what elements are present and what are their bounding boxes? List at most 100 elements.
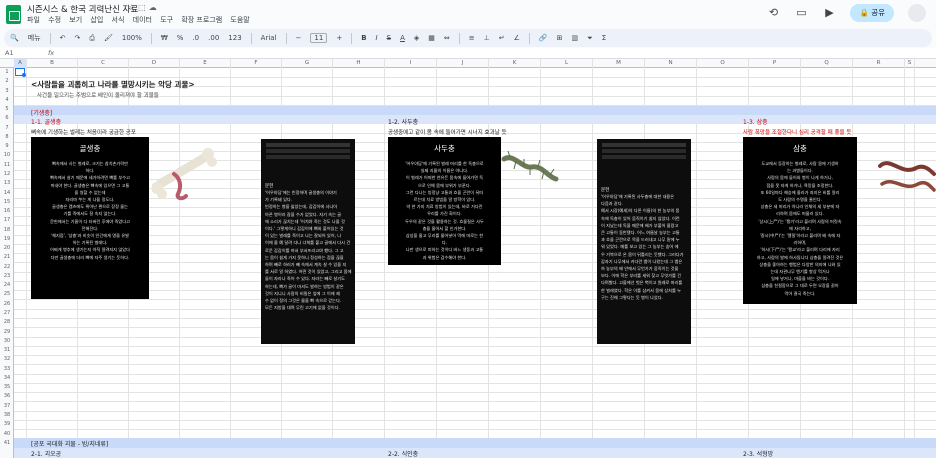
row-header[interactable]: 16	[0, 207, 14, 216]
chart-icon[interactable]: ▥	[571, 34, 578, 42]
font-select[interactable]: Arial	[261, 34, 277, 42]
row-header[interactable]: 4	[0, 96, 14, 105]
share-button[interactable]: 🔒 공유	[850, 4, 894, 22]
row-header[interactable]: 37	[0, 402, 14, 411]
row-header[interactable]: 25	[0, 290, 14, 299]
row-header[interactable]: 20	[0, 244, 14, 253]
cloud-icon[interactable]: ☁	[149, 3, 160, 12]
row-header[interactable]: 32	[0, 355, 14, 364]
rotate-icon[interactable]: ∠	[514, 34, 520, 42]
font-size-decrease[interactable]: −	[296, 34, 302, 42]
menu-file[interactable]: 파일	[27, 16, 40, 24]
currency-button[interactable]: ₩	[161, 34, 168, 42]
move-icon[interactable]: ⬚	[138, 3, 149, 12]
history-icon[interactable]: ⟲	[766, 6, 780, 20]
column-header[interactable]: Q	[801, 59, 853, 68]
row-header[interactable]: 5	[0, 105, 14, 114]
search-icon[interactable]: 🔍	[10, 34, 19, 42]
column-header[interactable]: L	[541, 59, 593, 68]
borders-icon[interactable]: ▦	[428, 34, 435, 42]
wrap-icon[interactable]: ↵	[499, 34, 505, 42]
row-header[interactable]: 33	[0, 365, 14, 374]
desc-1-1[interactable]: 뼈속에 기생하는 벌레는 처음이라 궁금한 공포	[31, 128, 136, 136]
row-header[interactable]: 27	[0, 309, 14, 318]
row-header[interactable]: 12	[0, 170, 14, 179]
row-header[interactable]: 8	[0, 133, 14, 142]
row-header[interactable]: 7	[0, 124, 14, 133]
row-header[interactable]: 14	[0, 189, 14, 198]
row-header[interactable]: 1	[0, 68, 14, 77]
menu-search[interactable]: 메뉴	[28, 33, 41, 43]
section-label-national[interactable]: [공포 국대화 괴물 - 빙/지네류]	[31, 439, 108, 448]
column-header[interactable]: A	[14, 59, 27, 68]
column-header[interactable]: T	[915, 59, 936, 68]
row-header[interactable]: 9	[0, 142, 14, 151]
column-header[interactable]: G	[282, 59, 333, 68]
card-saduchung[interactable]: 사두충 '어우야담'에 기록된 벌레 머리를 한 독충으로 실제 괴물의 이름은 …	[388, 137, 501, 265]
column-header[interactable]: P	[749, 59, 801, 68]
number-format-button[interactable]: 123	[228, 34, 241, 42]
bold-button[interactable]: B	[361, 34, 366, 42]
row-header[interactable]: 24	[0, 281, 14, 290]
redo-icon[interactable]: ↷	[74, 34, 80, 42]
doc-title[interactable]: 시즌시스 & 한국 괴력난신 자료	[27, 3, 138, 15]
row-header[interactable]: 39	[0, 420, 14, 429]
column-header[interactable]: K	[489, 59, 541, 68]
column-header[interactable]: F	[231, 59, 282, 68]
heading-1-2[interactable]: 1-2. 사두충	[388, 117, 418, 126]
row-header[interactable]: 40	[0, 430, 14, 439]
row-header[interactable]: 29	[0, 328, 14, 337]
column-header[interactable]: J	[437, 59, 489, 68]
row-header[interactable]: 28	[0, 318, 14, 327]
paint-format-icon[interactable]: 🖌	[104, 34, 113, 42]
align-icon[interactable]: ≡	[469, 34, 475, 42]
menu-tools[interactable]: 도구	[160, 16, 173, 24]
row-header[interactable]: 36	[0, 392, 14, 401]
heading-2-1[interactable]: 2-1. 괴오공	[31, 449, 61, 458]
font-size-input[interactable]: 11	[310, 33, 328, 43]
zoom-select[interactable]: 100%	[122, 34, 142, 42]
card-golsaengchung[interactable]: 골생충 뼈속에서 사는 벌레로, 크기는 참치손가락만 하다. 뼈속에서 살기 때문…	[31, 137, 149, 299]
subtitle[interactable]: 사건을 일으키는 주범으로 배인이 올리져야 할 괴물들	[37, 91, 159, 99]
column-header[interactable]: O	[697, 59, 749, 68]
meet-icon[interactable]: ▶	[822, 6, 836, 20]
comment-add-icon[interactable]: ⊞	[557, 34, 563, 42]
sheet-grid[interactable]: ABCDEFGHIJKLMNOPQRSTUVWX 123456789101112…	[0, 59, 936, 458]
row-header[interactable]: 17	[0, 216, 14, 225]
avatar[interactable]	[908, 4, 926, 22]
row-header[interactable]: 19	[0, 235, 14, 244]
row-header[interactable]: 3	[0, 87, 14, 96]
functions-icon[interactable]: Σ	[602, 34, 606, 42]
heading-1-3[interactable]: 1-3. 삼충	[743, 117, 768, 126]
menu-edit[interactable]: 수정	[48, 16, 61, 24]
row-header[interactable]: 30	[0, 337, 14, 346]
row-header[interactable]: 22	[0, 263, 14, 272]
heading-2-3[interactable]: 2-3. 석형망	[743, 449, 773, 458]
source-panel-1[interactable]: 문헌 '어우야담'에는 빈정하며 골생충의 이야기 가 기록돼 있다. 빈정하는 병…	[261, 139, 355, 344]
column-header[interactable]: R	[853, 59, 905, 68]
column-header[interactable]: D	[129, 59, 180, 68]
menu-format[interactable]: 서식	[112, 16, 125, 24]
row-header[interactable]: 10	[0, 151, 14, 160]
undo-icon[interactable]: ↶	[60, 34, 66, 42]
filter-icon[interactable]: ⏷	[587, 34, 593, 43]
row-header[interactable]: 13	[0, 179, 14, 188]
row-header[interactable]: 38	[0, 411, 14, 420]
desc-1-2[interactable]: 공생중에고 같이 몸 속에 들어가면 시너지 효과날 듯	[388, 128, 507, 136]
comment-icon[interactable]: ▭	[794, 6, 808, 20]
section-label-parasite[interactable]: [기생충]	[31, 108, 52, 117]
menu-help[interactable]: 도움말	[230, 16, 249, 24]
fill-handle[interactable]	[22, 73, 26, 77]
percent-button[interactable]: %	[177, 34, 184, 42]
card-samchung[interactable]: 삼충 도교에서 등장하는 벌레로, 사람 몸에 기생하 는 과병들이다. 사람의 몸…	[743, 137, 857, 304]
fill-color-icon[interactable]: ◈	[414, 34, 419, 42]
row-header[interactable]: 35	[0, 383, 14, 392]
row-header[interactable]: 11	[0, 161, 14, 170]
print-icon[interactable]: ⎙	[89, 34, 95, 43]
row-header[interactable]: 6	[0, 114, 14, 123]
row-header[interactable]: 21	[0, 253, 14, 262]
strikethrough-button[interactable]: S	[387, 34, 391, 42]
column-header[interactable]: H	[333, 59, 385, 68]
font-size-increase[interactable]: +	[336, 34, 342, 42]
row-header[interactable]: 31	[0, 346, 14, 355]
